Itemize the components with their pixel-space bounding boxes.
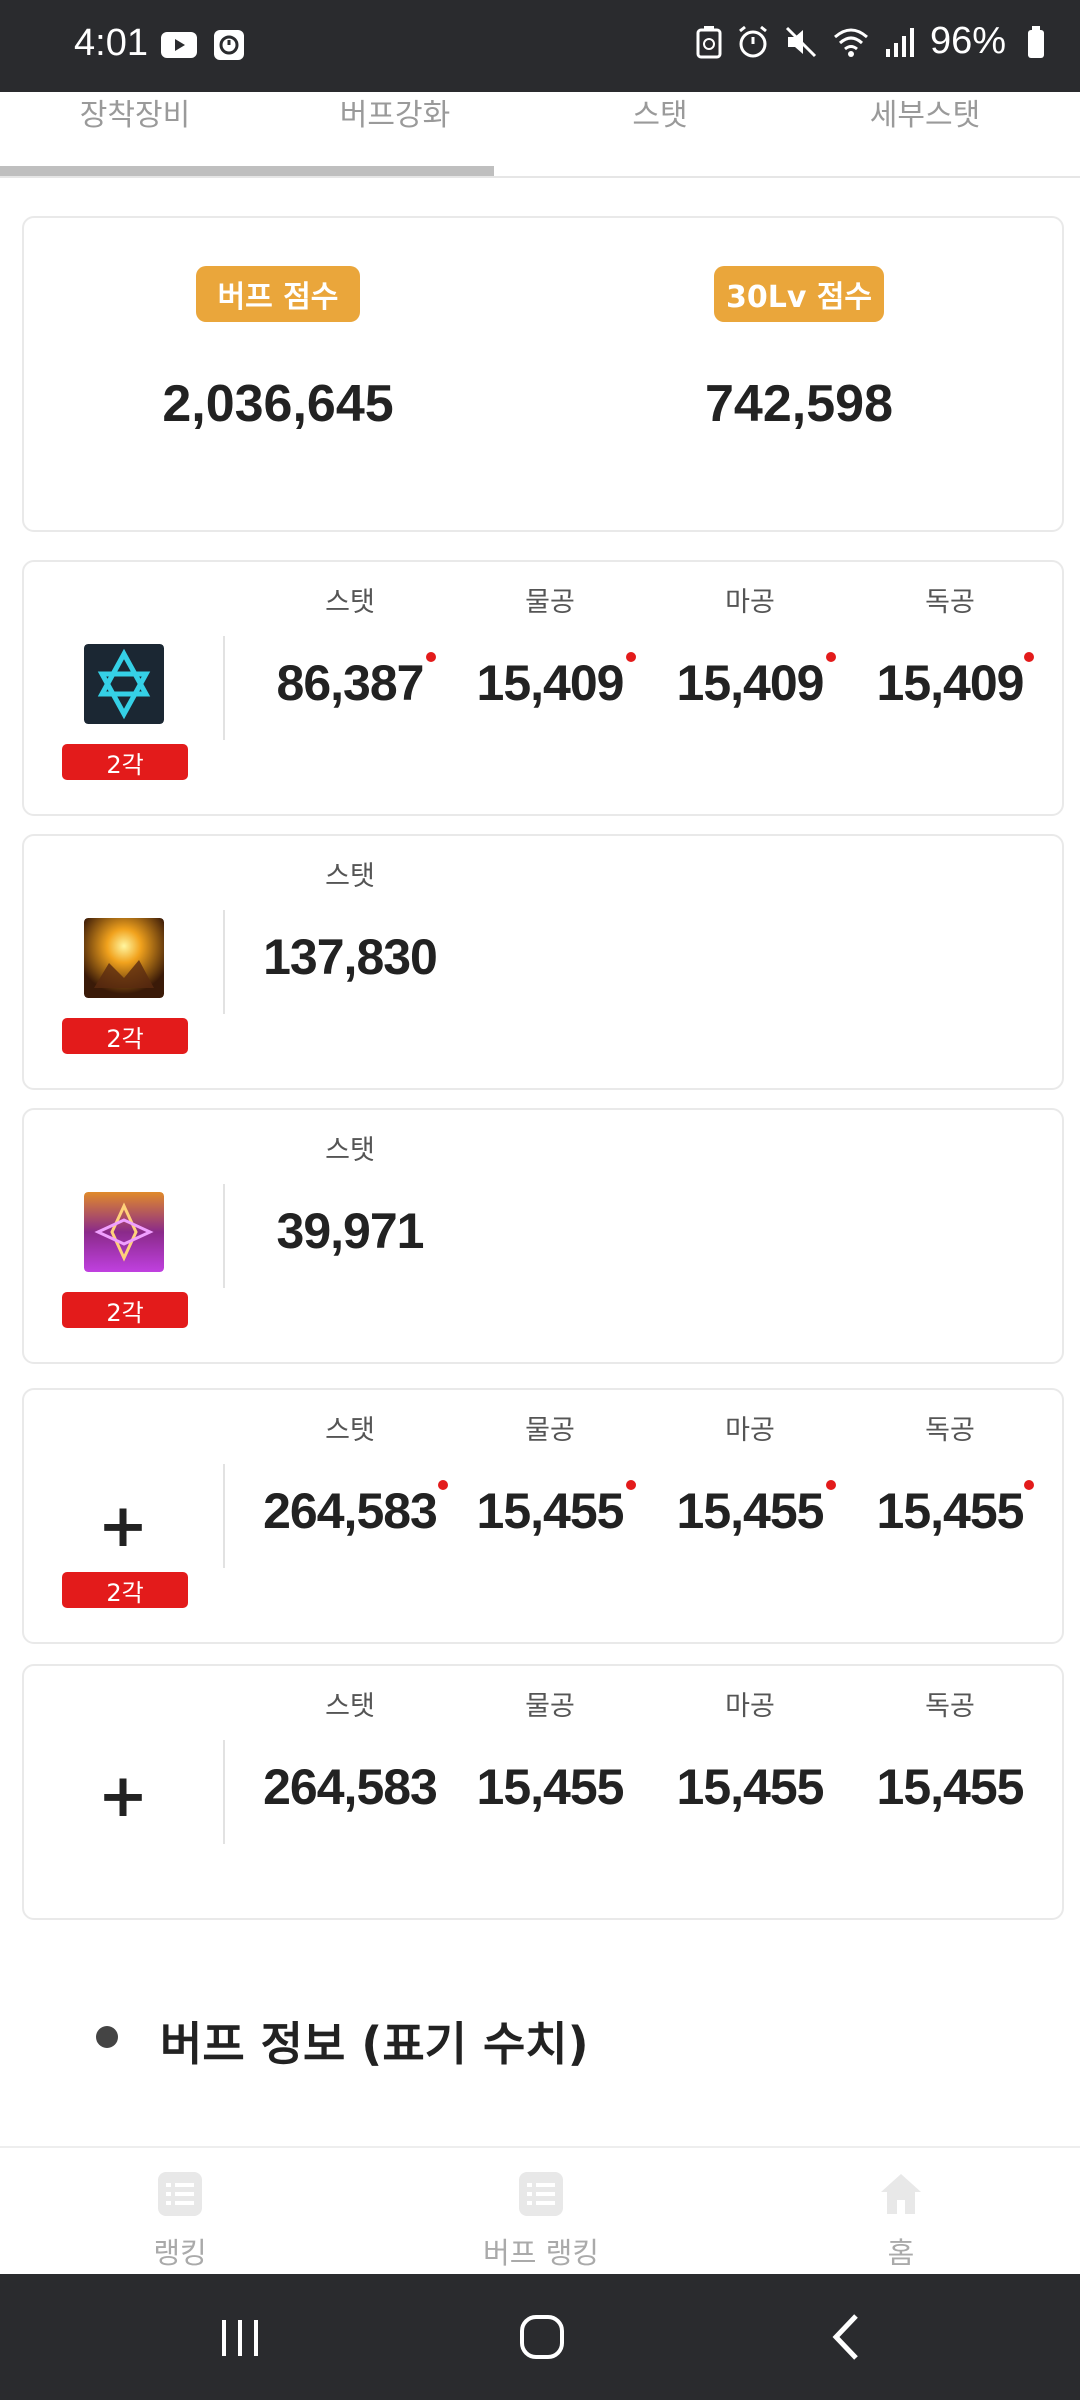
buff-row-total-enhanced[interactable]: + 2각 스탯 264,583 물공 15,455 마공 15,455 독공 1…: [22, 1388, 1064, 1644]
lv30-score-badge: 30Lv 점수: [714, 266, 884, 322]
mute-icon: [785, 26, 816, 57]
change-marker-dot: [826, 652, 836, 662]
home-button-icon[interactable]: [502, 2302, 582, 2372]
stat-value: 137,830: [263, 929, 438, 985]
stat-value: 15,455: [476, 1759, 625, 1815]
change-marker-dot: [626, 1480, 636, 1490]
plus-icon: +: [97, 1491, 149, 1561]
nav-home[interactable]: 홈: [801, 2148, 1001, 2276]
score-card: 버프 점수 2,036,645 30Lv 점수 742,598: [22, 216, 1064, 532]
signal-icon: [885, 27, 914, 57]
nav-label: 버프 랭킹: [483, 2236, 599, 2270]
system-nav-bar: [0, 2274, 1080, 2400]
stat-label: 물공: [525, 1415, 575, 1446]
buff-row-hexagram[interactable]: 2각 스탯 86,387 물공 15,409 마공 15,409 독공 15,4…: [22, 560, 1064, 816]
buff-score-badge: 버프 점수: [196, 266, 360, 322]
stat-value: 86,387: [276, 655, 425, 711]
nav-buff-ranking[interactable]: 버프 랭킹: [441, 2148, 641, 2276]
change-marker-dot: [1024, 652, 1034, 662]
change-marker-dot: [1024, 1480, 1034, 1490]
rank-badge: 2각: [62, 1572, 188, 1608]
youtube-icon: [161, 32, 197, 58]
clock-app-icon: [214, 30, 244, 60]
buff-row-golden[interactable]: 2각 스탯 137,830: [22, 834, 1064, 1090]
list-icon: [158, 2172, 202, 2216]
alarm-icon: [739, 25, 767, 57]
status-time: 4:01: [74, 22, 148, 64]
battery-icon: [1028, 25, 1044, 58]
stat-label: 물공: [525, 587, 575, 618]
lv30-score-value: 742,598: [705, 375, 893, 433]
buff-row-total[interactable]: + 스탯 264,583 물공 15,455 마공 15,455 독공 15,4…: [22, 1664, 1064, 1920]
list-icon: [519, 2172, 563, 2216]
rank-badge: 2각: [62, 1018, 188, 1054]
change-marker-dot: [438, 1480, 448, 1490]
rank-badge: 2각: [62, 744, 188, 780]
stat-value: 15,409: [476, 655, 625, 711]
row-divider: [223, 1740, 225, 1844]
stat-value: 264,583: [263, 1759, 438, 1815]
rank-badge: 2각: [62, 1292, 188, 1328]
nav-label: 홈: [887, 2236, 915, 2270]
stat-label: 스탯: [325, 587, 375, 618]
back-icon[interactable]: [806, 2302, 886, 2372]
row-divider: [223, 1184, 225, 1288]
nav-ranking[interactable]: 랭킹: [80, 2148, 280, 2276]
stat-label: 마공: [725, 1691, 775, 1722]
bottom-nav: 랭킹 버프 랭킹 홈: [0, 2146, 1080, 2274]
home-icon: [881, 2174, 921, 2214]
stat-value: 15,455: [876, 1759, 1025, 1815]
tab-equipment[interactable]: 장착장비: [0, 92, 270, 176]
stat-value: 15,409: [676, 655, 825, 711]
tab-label: 장착장비: [79, 98, 191, 133]
stat-label: 스탯: [325, 1135, 375, 1166]
battery-level: 96%: [929, 20, 1006, 62]
stat-value: 39,971: [276, 1203, 425, 1259]
change-marker-dot: [826, 1480, 836, 1490]
plus-icon: +: [97, 1761, 149, 1831]
purple-aura-skill-icon: [84, 1192, 164, 1272]
recent-apps-icon[interactable]: [200, 2302, 280, 2372]
wifi-icon: [833, 28, 868, 57]
row-divider: [223, 636, 225, 740]
tab-label: 세부스탯: [869, 98, 981, 133]
stat-value: 15,409: [876, 655, 1025, 711]
stat-label: 독공: [925, 1691, 975, 1722]
stat-label: 독공: [925, 587, 975, 618]
change-marker-dot: [626, 652, 636, 662]
stat-label: 스탯: [325, 1415, 375, 1446]
stat-label: 스탯: [325, 1691, 375, 1722]
section-title: 버프 정보 (표기 수치): [160, 2017, 589, 2071]
stat-value: 15,455: [676, 1483, 825, 1539]
tab-label: 버프강화: [339, 98, 451, 133]
status-bar: 4:01 96%: [0, 0, 1080, 92]
buff-score-value: 2,036,645: [162, 375, 394, 433]
tab-stats[interactable]: 스탯: [525, 92, 795, 176]
tab-label: 스탯: [632, 98, 688, 133]
golden-burst-skill-icon: [84, 918, 164, 998]
tab-buff-enhance[interactable]: 버프강화: [260, 92, 530, 176]
stat-value: 15,455: [876, 1483, 1025, 1539]
buff-row-purple[interactable]: 2각 스탯 39,971: [22, 1108, 1064, 1364]
stat-value: 264,583: [263, 1483, 438, 1539]
stat-label: 스탯: [325, 861, 375, 892]
stat-label: 물공: [525, 1691, 575, 1722]
stat-value: 15,455: [476, 1483, 625, 1539]
tab-detail-stats[interactable]: 세부스탯: [790, 92, 1060, 176]
stat-label: 마공: [725, 587, 775, 618]
stat-label: 독공: [925, 1415, 975, 1446]
section-bullet: [96, 2026, 118, 2048]
nav-label: 랭킹: [153, 2236, 207, 2270]
status-indicators: 96%: [696, 20, 1046, 63]
change-marker-dot: [426, 652, 436, 662]
stat-label: 마공: [725, 1415, 775, 1446]
hexagram-skill-icon: [84, 644, 164, 724]
tab-scroll-indicator: [0, 166, 494, 176]
row-divider: [223, 910, 225, 1014]
stat-value: 15,455: [676, 1759, 825, 1815]
battery-saver-icon: [696, 25, 722, 58]
row-divider: [223, 1464, 225, 1568]
